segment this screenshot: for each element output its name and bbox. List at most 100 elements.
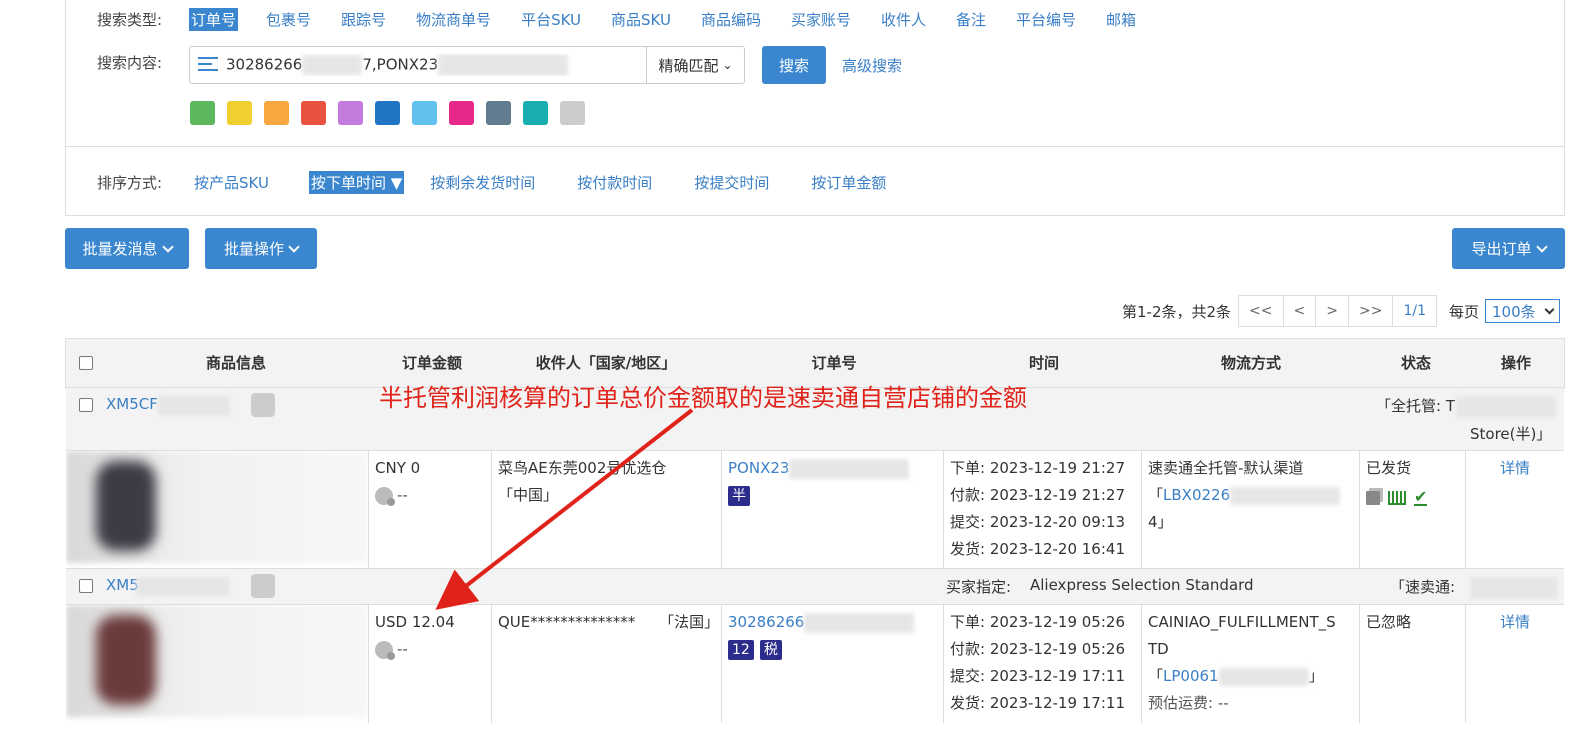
color-tag-swatch-8[interactable] — [449, 101, 474, 125]
order-checkbox[interactable] — [79, 398, 93, 412]
tag-icon[interactable] — [251, 574, 275, 598]
pagination-info: 第1-2条，共2条 — [1122, 302, 1232, 321]
export-orders-button[interactable]: 导出订单 — [1452, 228, 1565, 269]
sort-by-amount[interactable]: 按订单金额 — [809, 171, 888, 194]
profit-coin-icon[interactable] — [375, 640, 395, 660]
list-filter-icon[interactable] — [198, 56, 220, 74]
panel-divider — [66, 146, 1564, 147]
color-tag-swatch-7[interactable] — [412, 101, 437, 125]
search-type-order-no[interactable]: 订单号 — [189, 8, 239, 31]
sort-by-submit-time[interactable]: 按提交时间 — [692, 171, 771, 194]
logistics-method-cont: TD — [1148, 640, 1169, 658]
copy-icon[interactable] — [1366, 490, 1380, 505]
color-tag-swatch-4[interactable] — [301, 101, 326, 125]
search-type-platform-id[interactable]: 平台编号 — [1014, 8, 1078, 31]
caret-down-icon — [161, 240, 174, 253]
per-page-select[interactable]: 100条 — [1485, 299, 1560, 323]
tag-icon[interactable] — [251, 393, 275, 417]
store-info: 「全托管: T — [1376, 397, 1455, 415]
header-product-info: 商品信息 — [205, 354, 266, 372]
detail-link[interactable]: 详情 — [1472, 611, 1558, 638]
sort-by-order-time[interactable]: 按下单时间 ▼ — [308, 171, 405, 194]
order-no-link[interactable]: PONX23 — [728, 459, 789, 477]
order-status: 已忽略 — [1366, 613, 1412, 631]
search-button[interactable]: 搜索 — [762, 46, 826, 84]
search-panel: 搜索类型: 订单号 包裹号 跟踪号 物流商单号 平台SKU 商品SKU 商品编码… — [65, 0, 1565, 216]
sort-by-order-time-label: 按下单时间 — [310, 174, 386, 192]
color-tag-swatch-3[interactable] — [264, 101, 289, 125]
check-icon[interactable]: ✔ — [1414, 488, 1428, 506]
logistics-method: 速卖通全托管-默认渠道 — [1148, 459, 1304, 477]
sort-by-sku[interactable]: 按产品SKU — [192, 171, 271, 194]
chevron-down-icon: ⌄ — [722, 58, 733, 72]
current-page[interactable]: 1/1 — [1392, 295, 1437, 327]
profit-coin-icon[interactable] — [375, 486, 395, 506]
order-id-link[interactable]: XM5CF — [106, 395, 158, 413]
order-no-link[interactable]: 30286266 — [728, 613, 804, 631]
sort-by-pay-time[interactable]: 按付款时间 — [575, 171, 654, 194]
color-tag-swatch-10[interactable] — [523, 101, 548, 125]
header-status: 状态 — [1400, 354, 1431, 372]
half-managed-badge: 半 — [728, 486, 750, 506]
search-type-product-sku[interactable]: 商品SKU — [609, 8, 673, 31]
submit-time: 提交: 2023-12-19 17:11 — [950, 667, 1125, 685]
prev-page-button[interactable]: < — [1282, 295, 1317, 327]
search-type-receiver[interactable]: 收件人 — [879, 8, 928, 31]
search-type-package-no[interactable]: 包裹号 — [264, 8, 313, 31]
search-type-platform-sku[interactable]: 平台SKU — [519, 8, 583, 31]
export-label: 导出订单 — [1471, 240, 1532, 258]
color-tag-swatch-9[interactable] — [486, 101, 511, 125]
barcode-icon[interactable] — [1388, 490, 1406, 505]
color-tag-swatch-1[interactable] — [190, 101, 215, 125]
sort-label: 排序方式: — [97, 174, 163, 192]
status-cell: 已忽略 — [1360, 605, 1466, 723]
first-page-button[interactable]: << — [1238, 295, 1284, 327]
color-tag-swatch-2[interactable] — [227, 101, 252, 125]
order-no-cell: PONX23 半 — [722, 451, 944, 568]
redacted-block — [789, 458, 910, 479]
redacted-block — [136, 577, 230, 597]
redacted-block — [438, 54, 569, 76]
order-checkbox[interactable] — [79, 579, 93, 593]
search-type-note[interactable]: 备注 — [954, 8, 988, 31]
match-mode-select[interactable]: 精确匹配 ⌄ — [646, 47, 744, 83]
tracking-link[interactable]: LP0061 — [1163, 667, 1219, 685]
tracking-link[interactable]: LBX0226 — [1163, 486, 1230, 504]
select-all-checkbox[interactable] — [79, 356, 93, 370]
per-page-value: 100条 — [1492, 302, 1536, 321]
sort-by-remaining-ship-time[interactable]: 按剩余发货时间 — [428, 171, 537, 194]
receiver-name: 菜鸟AE东莞002号优选仓 — [498, 459, 667, 477]
estimated-freight: 预估运费: -- — [1148, 694, 1229, 712]
batch-operations-button[interactable]: 批量操作 — [205, 228, 317, 269]
search-type-email[interactable]: 邮箱 — [1104, 8, 1138, 31]
color-tag-swatch-5[interactable] — [338, 101, 363, 125]
search-type-product-code[interactable]: 商品编码 — [699, 8, 763, 31]
search-content-label: 搜索内容: — [97, 54, 163, 72]
next-page-button[interactable]: > — [1315, 295, 1349, 327]
header-actions: 操作 — [1500, 354, 1531, 372]
product-thumbnail — [96, 615, 156, 705]
batch-message-button[interactable]: 批量发消息 — [65, 228, 189, 269]
search-type-carrier-no[interactable]: 物流商单号 — [414, 8, 493, 31]
color-tag-swatch-11[interactable] — [560, 101, 585, 125]
pay-time: 付款: 2023-12-19 05:26 — [950, 640, 1125, 658]
batch-ops-label: 批量操作 — [223, 240, 284, 258]
redacted-block — [1470, 577, 1558, 599]
search-input[interactable]: 30286266 7,PONX23 精确匹配 ⌄ — [189, 46, 745, 84]
logistics-method: CAINIAO_FULFILLMENT_S — [1148, 613, 1336, 631]
search-query-text[interactable]: 30286266 7,PONX23 — [226, 54, 646, 76]
color-tag-swatch-6[interactable] — [375, 101, 400, 125]
sort-options: 按产品SKU 按下单时间 ▼ 按剩余发货时间 按付款时间 按提交时间 按订单金额 — [192, 171, 926, 194]
detail-link[interactable]: 详情 — [1472, 457, 1558, 484]
last-page-button[interactable]: >> — [1347, 295, 1394, 327]
advanced-search-link[interactable]: 高级搜索 — [842, 55, 902, 76]
search-type-buyer-account[interactable]: 买家账号 — [789, 8, 853, 31]
order-time: 下单: 2023-12-19 05:26 — [950, 613, 1125, 631]
order-id-link[interactable]: XM5 — [106, 576, 139, 594]
search-type-tracking-no[interactable]: 跟踪号 — [339, 8, 388, 31]
store-info-suffix: Store(半)」 — [1470, 425, 1552, 443]
count-badge: 12 — [728, 640, 754, 660]
search-type-label: 搜索类型: — [97, 11, 163, 29]
table-row: USD 12.04 -- QUE************** 「法国」 3028… — [66, 605, 1564, 723]
per-page-label: 每页 — [1448, 302, 1479, 321]
